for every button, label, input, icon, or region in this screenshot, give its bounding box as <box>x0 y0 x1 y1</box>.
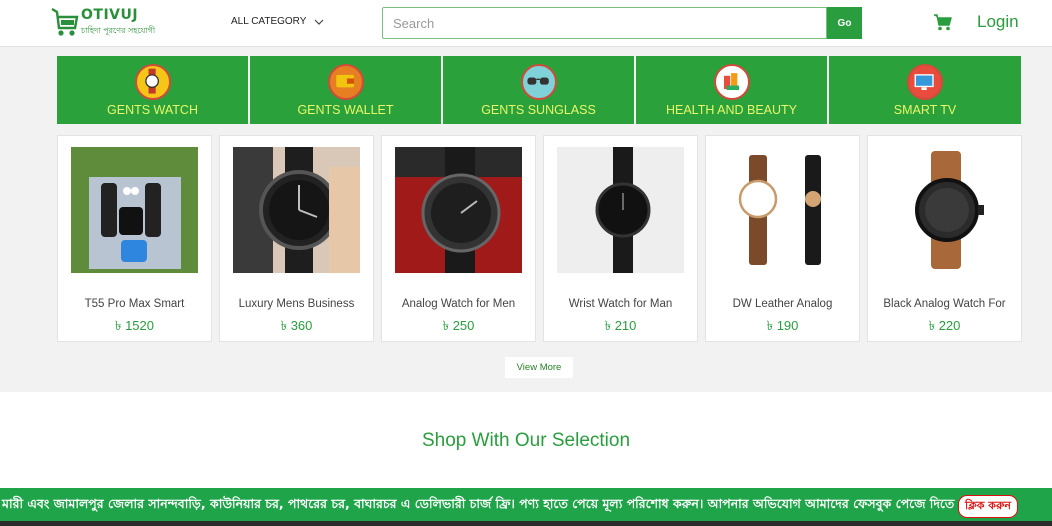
watch-icon <box>134 64 171 100</box>
chevron-down-icon <box>314 19 324 25</box>
beauty-icon <box>713 64 750 100</box>
sunglass-icon <box>520 64 557 100</box>
wallet-icon <box>327 64 364 100</box>
product-name: Analog Watch for Men <box>401 298 516 310</box>
tv-icon <box>907 64 943 100</box>
category-label: GENTS WATCH <box>107 103 198 117</box>
product-name: Wrist Watch for Man <box>568 298 673 310</box>
product-name: Luxury Mens Business <box>238 298 355 310</box>
logo-tagline: চাহিদা পূরণের সহযোগী <box>81 26 156 35</box>
category-health-and-beauty[interactable]: HEALTH AND BEAUTY <box>636 56 827 124</box>
product-name: T55 Pro Max Smart <box>84 298 185 310</box>
category-gents-watch[interactable]: GENTS WATCH <box>57 56 248 124</box>
product-image <box>719 147 846 273</box>
category-bar: GENTS WATCH GENTS WALLET GENTS SUNGLASS … <box>57 56 1021 124</box>
all-category-dropdown[interactable]: ALL CATEGORY <box>231 16 324 27</box>
category-label: GENTS SUNGLASS <box>481 103 596 117</box>
search-go-button[interactable]: Go <box>827 7 862 39</box>
category-label: GENTS WALLET <box>297 103 394 117</box>
view-more-button[interactable]: View More <box>505 357 573 378</box>
all-category-label: ALL CATEGORY <box>231 16 307 27</box>
product-price: ৳ 220 <box>928 318 961 333</box>
product-price: ৳ 210 <box>604 318 637 333</box>
bottom-bar <box>0 521 1052 526</box>
product-card[interactable]: DW Leather Analog ৳ 190 <box>705 135 860 342</box>
product-card[interactable]: T55 Pro Max Smart ৳ 1520 <box>57 135 212 342</box>
product-card[interactable]: Black Analog Watch For ৳ 220 <box>867 135 1022 342</box>
category-gents-wallet[interactable]: GENTS WALLET <box>250 56 441 124</box>
cart-logo-icon <box>51 7 79 36</box>
product-price: ৳ 1520 <box>114 318 154 333</box>
product-image <box>233 147 360 273</box>
product-name: Black Analog Watch For <box>883 298 1006 310</box>
category-gents-sunglass[interactable]: GENTS SUNGLASS <box>443 56 634 124</box>
search-input[interactable] <box>382 7 827 39</box>
product-image <box>557 147 684 273</box>
product-price: ৳ 190 <box>766 318 799 333</box>
selection-section: Shop With Our Selection <box>0 392 1052 488</box>
product-image <box>71 147 198 273</box>
product-image <box>395 147 522 273</box>
header: OTIVUJ চাহিদা পূরণের সহযোগী ALL CATEGORY… <box>0 0 1052 47</box>
facebook-click-here-link[interactable]: ক্লিক করুন <box>958 495 1018 518</box>
category-smart-tv[interactable]: SMART TV <box>829 56 1021 124</box>
category-label: SMART TV <box>893 103 957 117</box>
product-grid: T55 Pro Max Smart ৳ 1520 Luxury Mens Bus… <box>57 135 1022 342</box>
product-price: ৳ 250 <box>442 318 475 333</box>
logo-text: OTIVUJ <box>81 7 139 23</box>
product-card[interactable]: Analog Watch for Men ৳ 250 <box>381 135 536 342</box>
marquee-text: মারী এবং জামালপুর জেলার সানন্দবাড়ি, কাউ… <box>2 496 993 511</box>
login-link[interactable]: Login <box>977 12 1019 32</box>
product-price: ৳ 360 <box>280 318 313 333</box>
category-label: HEALTH AND BEAUTY <box>665 103 798 117</box>
product-card[interactable]: Luxury Mens Business ৳ 360 <box>219 135 374 342</box>
product-card[interactable]: Wrist Watch for Man ৳ 210 <box>543 135 698 342</box>
cart-icon[interactable] <box>934 14 952 31</box>
product-name: DW Leather Analog <box>732 298 833 310</box>
logo[interactable]: OTIVUJ চাহিদা পূরণের সহযোগী <box>49 6 155 40</box>
section-title: Shop With Our Selection <box>421 430 631 451</box>
notice-marquee: মারী এবং জামালপুর জেলার সানন্দবাড়ি, কাউ… <box>0 488 1052 521</box>
product-image <box>881 147 1008 273</box>
